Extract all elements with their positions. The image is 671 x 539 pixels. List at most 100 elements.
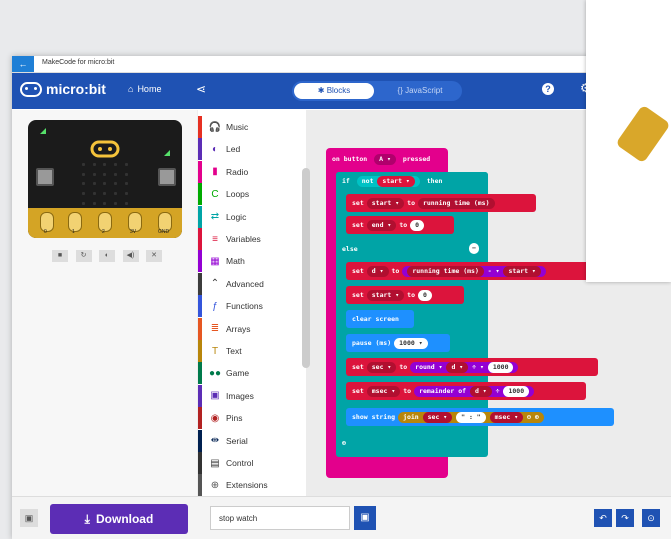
pin-1[interactable] — [68, 212, 82, 232]
toolbox-category-radio[interactable]: ▮ Radio — [198, 160, 298, 183]
minus-expression[interactable]: running time (ms) - ▾ start ▾ — [402, 266, 546, 277]
restart-icon[interactable]: ↻ — [75, 250, 92, 262]
home-button[interactable]: ⌂ Home — [128, 84, 161, 94]
minus-circle-icon[interactable]: − — [469, 243, 479, 254]
category-color-bar — [198, 160, 202, 183]
set-start-block[interactable]: set start ▾ to running time (ms) — [346, 194, 536, 212]
button-b[interactable] — [158, 168, 176, 186]
set-start-zero-block[interactable]: set start ▾ to 0 — [346, 286, 464, 304]
array-icon: ≣ — [210, 323, 220, 335]
microbit-logo[interactable]: micro:bit — [20, 81, 106, 97]
fullscreen-icon[interactable]: ✕ — [146, 250, 162, 262]
category-label: Serial — [226, 435, 248, 446]
pin-label: 3V — [130, 229, 137, 235]
pause-value[interactable]: 1000 ▾ — [394, 338, 428, 349]
category-label: Text — [226, 346, 242, 356]
tab-javascript[interactable]: {} JavaScript — [380, 83, 460, 99]
mute-icon[interactable]: ◀) — [122, 250, 139, 262]
not-block[interactable]: not start ▾ — [356, 176, 420, 187]
pin-label: 2 — [102, 229, 105, 235]
pin-0[interactable] — [40, 212, 54, 232]
clear-screen-block[interactable]: clear screen — [346, 310, 414, 328]
zero-value[interactable]: 0 — [410, 220, 425, 231]
zoom-icon[interactable]: ⊙ — [642, 509, 660, 527]
toolbox-category-advanced[interactable]: ⌃ Advanced — [198, 272, 298, 295]
join-expression[interactable]: join sec ▾ " : " msec ▾ ⊖ ⊕ — [398, 412, 544, 423]
toolbox-category-extensions[interactable]: ⊕ Extensions — [198, 474, 298, 497]
button-a[interactable] — [36, 168, 54, 186]
microbit-photo — [615, 104, 671, 164]
microbit-board[interactable]: 0 1 2 3V GND — [28, 120, 182, 238]
category-color-bar — [198, 250, 202, 273]
toolbox-category-control[interactable]: ▤ Control — [198, 452, 298, 474]
round-expression[interactable]: round ▾ d ▾ ÷ ▾ 1000 — [410, 362, 519, 373]
category-label: Music — [226, 122, 249, 132]
category-label: Math — [226, 256, 245, 267]
toolbox-category-loops[interactable]: C Loops — [198, 183, 298, 206]
expand-simulator-icon[interactable]: ▣ — [20, 509, 38, 527]
headphones-icon: 🎧 — [208, 121, 222, 133]
toolbox-category-serial[interactable]: ⇹ Serial — [198, 429, 298, 452]
running-time-block[interactable]: running time (ms) — [417, 198, 495, 209]
category-label: Led — [226, 144, 241, 155]
gamepad-icon: ●● — [208, 367, 222, 379]
toolbox-category-music[interactable]: 🎧 Music — [198, 116, 298, 138]
toolbox-category-logic[interactable]: ⇄ Logic — [198, 205, 298, 228]
toolbox-category-variables[interactable]: ≡ Variables — [198, 228, 298, 250]
loop-icon: C — [211, 188, 219, 200]
share-icon[interactable]: ⋖ — [196, 82, 206, 96]
plus-circle-icon[interactable]: ⊕ — [535, 413, 539, 421]
stop-icon[interactable]: ■ — [52, 250, 68, 262]
category-color-bar — [198, 340, 202, 362]
start-var[interactable]: start ▾ — [377, 176, 415, 187]
toolbox-category-led[interactable]: ◐ Led — [198, 138, 298, 161]
button-dropdown[interactable]: A ▾ — [374, 154, 396, 165]
set-d-block[interactable]: set d ▾ to running time (ms) - ▾ start ▾ — [346, 262, 604, 280]
toolbox-category-functions[interactable]: ƒ Functions — [198, 295, 298, 318]
title-bar: ← MakeCode for micro:bit — [12, 56, 671, 73]
project-name-input[interactable]: stop watch — [210, 506, 350, 530]
category-color-bar — [198, 429, 202, 452]
toolbox-category-math[interactable]: ▦ Math — [198, 250, 298, 273]
category-label: Advanced — [226, 278, 264, 289]
on-button-pressed-block[interactable]: on button A ▾ pressed — [326, 150, 437, 168]
save-icon[interactable]: ▣ — [354, 506, 376, 530]
slowmo-icon[interactable]: ◐ — [99, 250, 115, 262]
pin-label: GND — [158, 229, 170, 235]
minus-circle-icon[interactable]: ⊖ — [527, 413, 531, 421]
back-arrow-icon[interactable]: ← — [12, 56, 34, 72]
set-end-block[interactable]: set end ▾ to 0 — [346, 216, 454, 234]
category-color-bar — [198, 452, 202, 474]
toolbox-category-text[interactable]: T Text — [198, 340, 298, 362]
usb-icon: ⇹ — [210, 435, 220, 447]
toolbox-category-game[interactable]: ●● Game — [198, 362, 298, 385]
download-button[interactable]: ⤓ Download — [50, 504, 188, 534]
undo-icon[interactable]: ↶ — [594, 509, 612, 527]
if-block[interactable]: if not start ▾ then — [336, 172, 488, 190]
if-add-branch[interactable]: ⊕ — [336, 434, 366, 452]
toolbox-category-arrays[interactable]: ≣ Arrays — [198, 317, 298, 340]
category-color-bar — [198, 407, 202, 430]
category-color-bar — [198, 228, 202, 250]
redo-icon[interactable]: ↷ — [616, 509, 634, 527]
event-label: on button — [332, 155, 368, 163]
pin-2[interactable] — [98, 212, 112, 232]
toolbox-scrollbar[interactable] — [302, 168, 310, 368]
set-msec-block[interactable]: set msec ▾ to remainder of d ▾ ÷ 1000 — [346, 382, 586, 400]
plus-circle-icon[interactable]: ⊕ — [342, 439, 346, 447]
category-color-bar — [198, 362, 202, 385]
tab-blocks[interactable]: ✱ Blocks — [294, 83, 374, 99]
text-icon: T — [211, 345, 219, 357]
then-label: then — [426, 177, 443, 185]
download-label: Download — [95, 512, 154, 526]
category-color-bar — [198, 384, 202, 407]
home-icon: ⌂ — [128, 84, 134, 94]
microbit-logo-icon — [20, 81, 42, 97]
show-string-block[interactable]: show string join sec ▾ " : " msec ▾ ⊖ ⊕ — [346, 408, 614, 426]
pause-block[interactable]: pause (ms) 1000 ▾ — [346, 334, 450, 352]
set-sec-block[interactable]: set sec ▾ to round ▾ d ▾ ÷ ▾ 1000 — [346, 358, 598, 376]
toolbox-category-images[interactable]: ▣ Images — [198, 384, 298, 407]
help-icon[interactable]: ? — [542, 83, 554, 95]
remainder-expression[interactable]: remainder of d ▾ ÷ 1000 — [414, 386, 535, 397]
toolbox-category-pins[interactable]: ◉ Pins — [198, 407, 298, 430]
